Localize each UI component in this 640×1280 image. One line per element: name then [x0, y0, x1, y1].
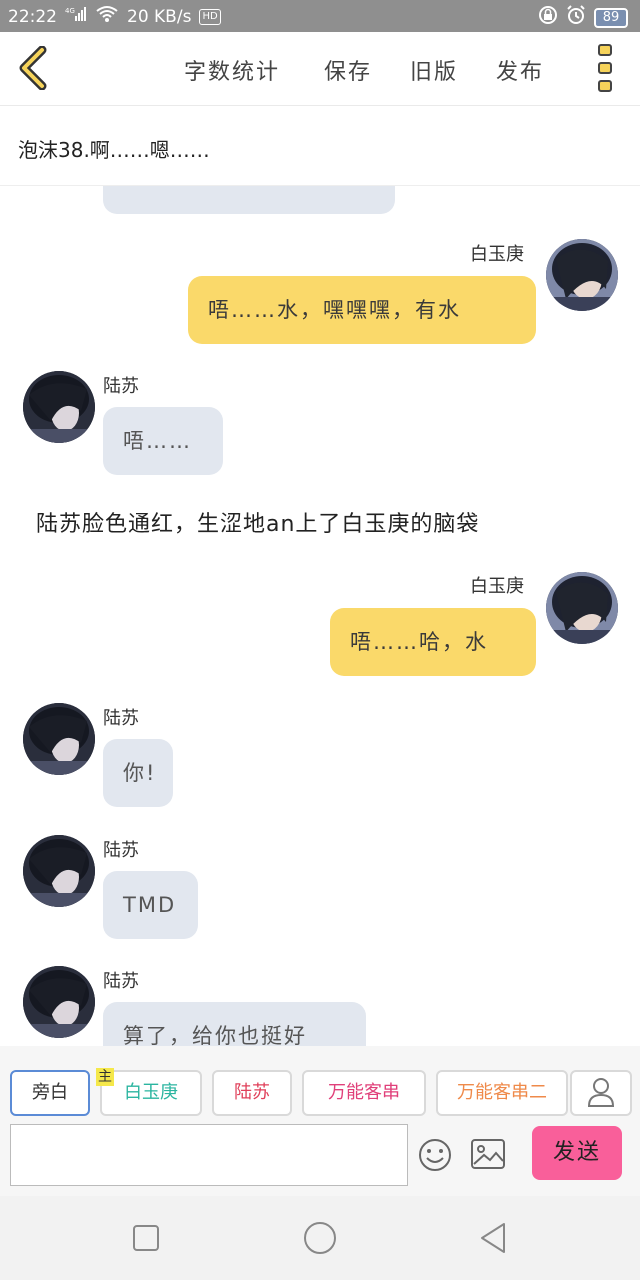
message-bubble[interactable]: 算了，给你也挺好	[103, 1002, 366, 1046]
nav-back-button[interactable]	[474, 1218, 514, 1258]
more-menu-button[interactable]	[598, 44, 614, 92]
message-bubble[interactable]: TMD	[103, 871, 198, 939]
character-portrait-icon	[23, 371, 95, 443]
role-label: 白玉庚	[124, 1082, 178, 1103]
menu-dot-icon	[598, 80, 612, 92]
role-universal-cameo[interactable]: 万能客串	[302, 1070, 426, 1116]
publish-button[interactable]: 发布	[496, 54, 544, 86]
role-selector-bar: 旁白 主 白玉庚 陆苏 万能客串 万能客串二	[0, 1046, 640, 1122]
character-portrait-icon	[23, 703, 95, 775]
old-version-button[interactable]: 旧版	[410, 54, 458, 86]
menu-dot-icon	[598, 62, 612, 74]
recent-apps-button[interactable]	[126, 1218, 166, 1258]
message-bubble[interactable]: 你!	[103, 739, 173, 807]
send-button[interactable]: 发送	[532, 1126, 622, 1180]
avatar[interactable]	[546, 572, 618, 644]
add-role-button[interactable]	[570, 1070, 632, 1116]
square-icon	[133, 1225, 159, 1251]
speaker-name: 白玉庚	[470, 244, 524, 265]
hd-badge: HD	[199, 8, 221, 25]
role-label: 万能客串二	[457, 1082, 547, 1103]
character-portrait-icon	[23, 966, 95, 1038]
avatar[interactable]	[23, 371, 95, 443]
signal-icon: 4G	[65, 6, 87, 27]
role-label: 陆苏	[234, 1082, 270, 1103]
speaker-name: 陆苏	[103, 971, 139, 992]
lock-rotation-icon	[538, 5, 558, 30]
status-bar: 22:22 4G 20 KB/s HD 89	[0, 0, 640, 32]
speaker-name: 陆苏	[103, 708, 139, 729]
avatar[interactable]	[23, 703, 95, 775]
role-lu-su[interactable]: 陆苏	[212, 1070, 292, 1116]
avatar[interactable]	[23, 835, 95, 907]
character-portrait-icon	[546, 239, 618, 311]
role-narrator[interactable]: 旁白	[10, 1070, 90, 1116]
emoji-button[interactable]	[418, 1138, 452, 1172]
speaker-name: 陆苏	[103, 376, 139, 397]
word-count-button[interactable]: 字数统计	[184, 54, 280, 86]
story-title: 泡沫38.啊……嗯……	[18, 138, 210, 162]
image-icon	[471, 1139, 505, 1169]
menu-dot-icon	[598, 44, 612, 56]
avatar[interactable]	[546, 239, 618, 311]
narration-text[interactable]: 陆苏脸色通红，生涩地an上了白玉庚的脑袋	[36, 506, 479, 538]
chat-area[interactable]: 白玉庚 唔……水，嘿嘿嘿，有水 陆苏 唔…… 陆苏脸色通红，生涩地an上了白玉庚…	[0, 186, 640, 1046]
role-universal-cameo-two[interactable]: 万能客串二	[436, 1070, 568, 1116]
character-portrait-icon	[546, 572, 618, 644]
message-input[interactable]	[10, 1124, 408, 1186]
message-bubble[interactable]: 唔……哈，水	[330, 608, 536, 676]
speaker-name: 陆苏	[103, 840, 139, 861]
app-screen: 22:22 4G 20 KB/s HD 89 字数统计 保存 旧版 发布 泡沫3…	[0, 0, 640, 1280]
back-arrow-icon	[19, 45, 47, 91]
wifi-icon	[95, 5, 119, 28]
status-time: 22:22	[8, 6, 57, 27]
system-nav-bar	[0, 1196, 640, 1280]
message-bubble[interactable]	[103, 186, 395, 214]
message-bubble[interactable]: 唔……	[103, 407, 223, 475]
role-label: 万能客串	[328, 1082, 400, 1103]
main-role-badge: 主	[96, 1068, 114, 1086]
save-button[interactable]: 保存	[324, 54, 372, 86]
network-speed: 20 KB/s	[127, 6, 192, 27]
message-bubble[interactable]: 唔……水，嘿嘿嘿，有水	[188, 276, 536, 344]
person-icon	[587, 1078, 615, 1107]
top-toolbar: 字数统计 保存 旧版 发布	[0, 32, 640, 106]
speaker-name: 白玉庚	[470, 576, 524, 597]
role-label: 旁白	[32, 1082, 68, 1103]
character-portrait-icon	[23, 835, 95, 907]
smiley-icon	[419, 1139, 451, 1171]
circle-icon	[304, 1222, 336, 1254]
image-button[interactable]	[470, 1138, 506, 1170]
alarm-icon	[566, 5, 586, 30]
home-button[interactable]	[300, 1218, 340, 1258]
avatar[interactable]	[23, 966, 95, 1038]
svg-text:4G: 4G	[65, 7, 75, 15]
triangle-back-icon	[481, 1223, 505, 1253]
battery-indicator: 89	[594, 7, 628, 28]
story-title-bar[interactable]: 泡沫38.啊……嗯……	[0, 106, 640, 186]
input-bar: 发送	[0, 1122, 640, 1196]
back-button[interactable]	[14, 45, 54, 91]
role-bai-yugeng[interactable]: 主 白玉庚	[96, 1068, 202, 1116]
